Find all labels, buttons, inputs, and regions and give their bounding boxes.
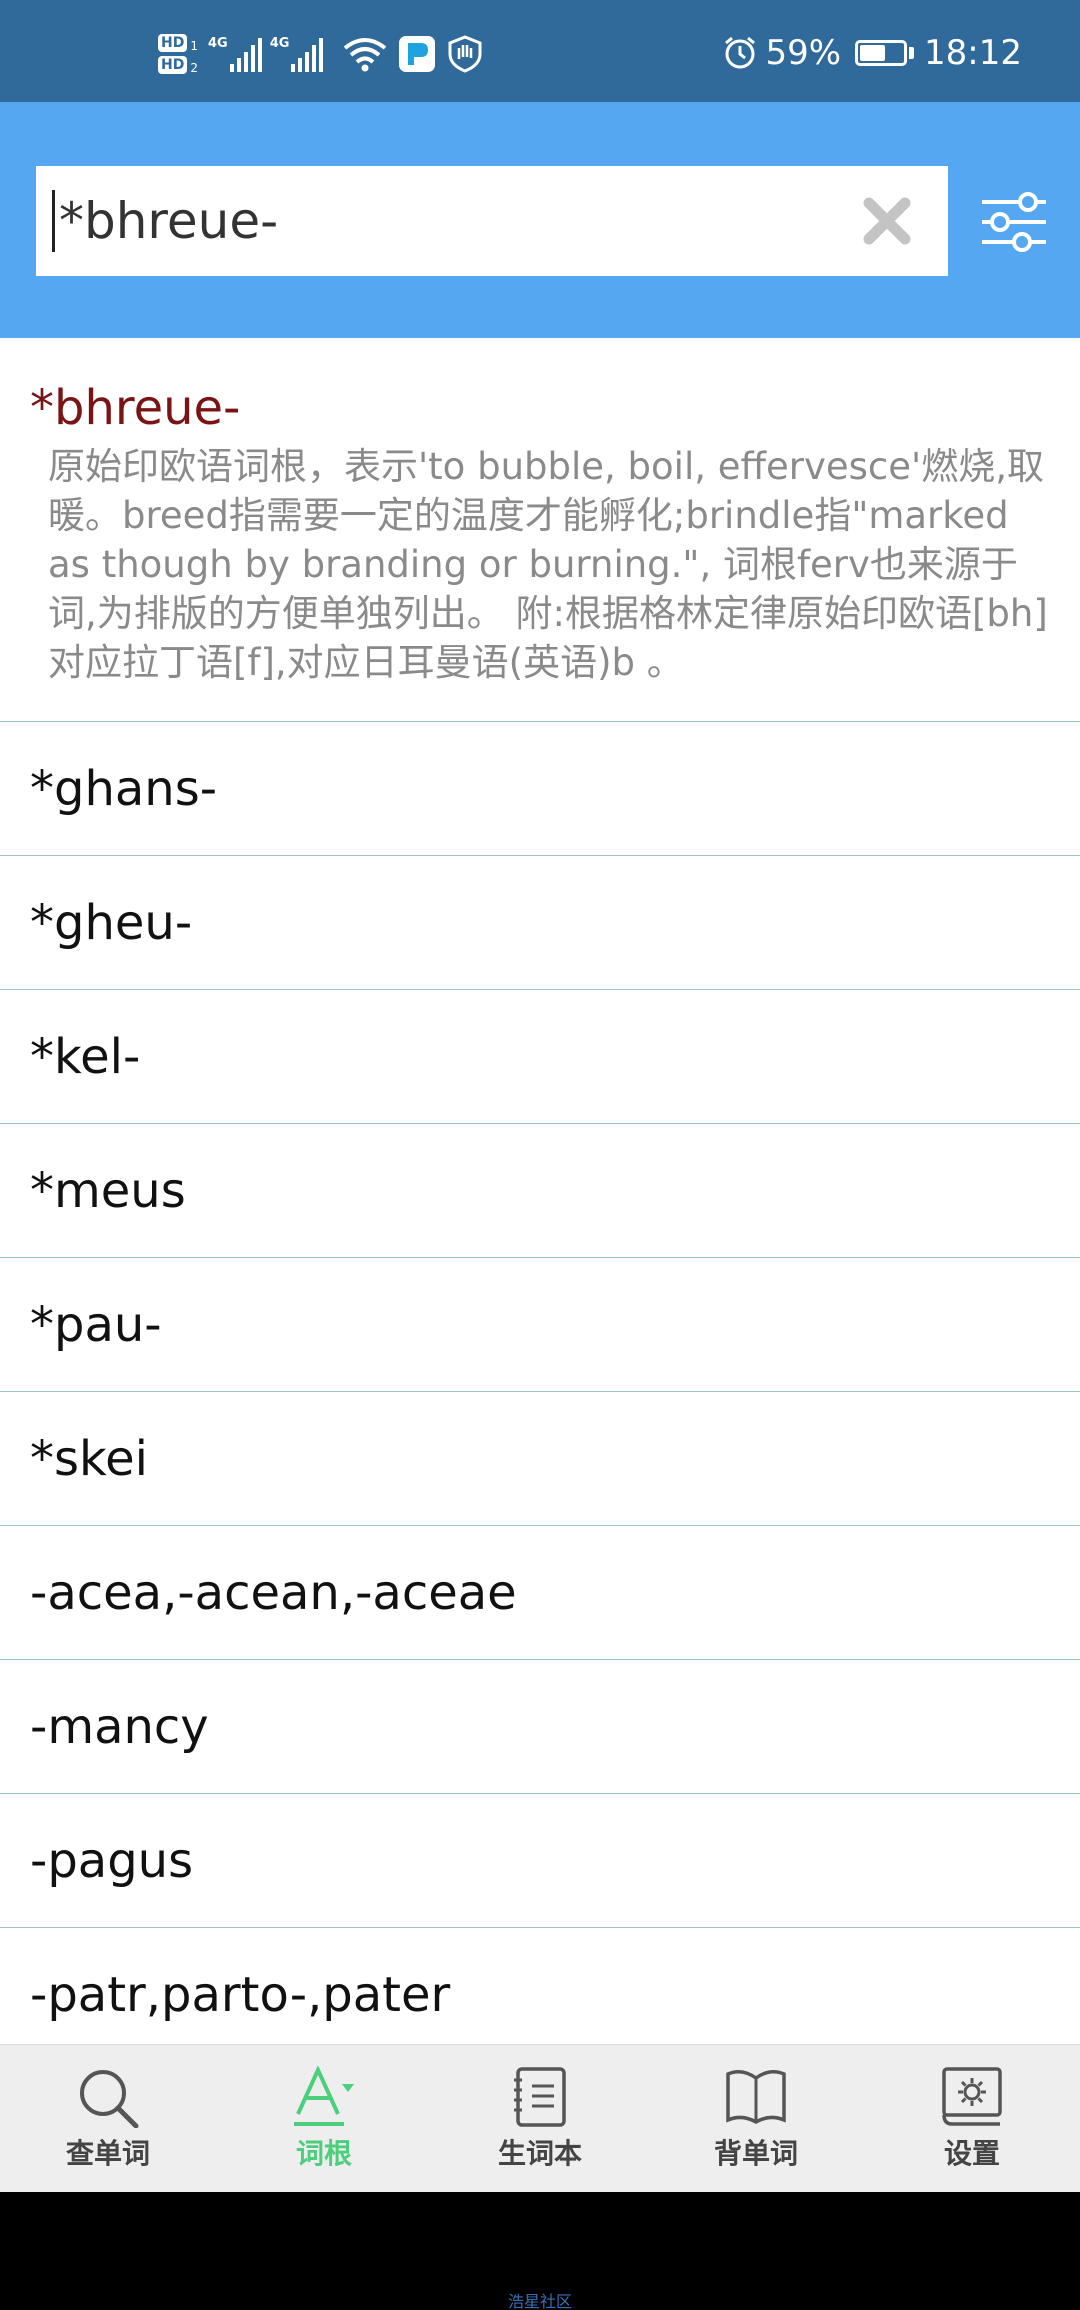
- app-notification-icon: [399, 36, 436, 72]
- signal-1: 4G: [208, 36, 262, 72]
- list-item-featured[interactable]: *bhreue- 原始印欧语词根，表示'to bubble, boil, eff…: [0, 338, 1080, 722]
- nav-item-memorize[interactable]: 背单词: [648, 2045, 864, 2192]
- settings-book-icon: [940, 2066, 1004, 2128]
- alarm-icon: [723, 36, 757, 70]
- network-type: 4G: [269, 36, 290, 51]
- featured-definition: 原始印欧语词根，表示'to bubble, boil, effervesce'燃…: [48, 445, 1048, 684]
- hd-sub: 1: [190, 39, 198, 53]
- list-item[interactable]: -mancy: [0, 1660, 1080, 1794]
- featured-term: *bhreue-: [30, 380, 241, 436]
- signal-bars-icon: [291, 36, 324, 72]
- list-item-label: *meus: [30, 1162, 186, 1219]
- nav-label: 查单词: [65, 2136, 150, 2170]
- list-item[interactable]: -patr,parto-,pater: [0, 1928, 1080, 2044]
- status-right: 59% 18:12: [723, 30, 1022, 76]
- open-book-icon: [724, 2066, 788, 2128]
- list-item[interactable]: *pau-: [0, 1258, 1080, 1392]
- watermark: 浩星社区: [507, 2292, 572, 2310]
- hd-label: HD: [158, 56, 188, 74]
- list-item-label: *pau-: [30, 1296, 162, 1353]
- hand-shield-icon: [447, 35, 483, 73]
- bottom-nav: 查单词 词根 生词本 背单词 设置: [0, 2044, 1080, 2192]
- list-item-label: *skei: [30, 1430, 148, 1487]
- nav-item-lookup[interactable]: 查单词: [0, 2045, 216, 2192]
- wifi-icon: [343, 36, 387, 72]
- search-box: [36, 166, 948, 276]
- list-item-label: -mancy: [30, 1698, 209, 1755]
- filter-settings-button[interactable]: [978, 186, 1050, 258]
- app-root: HD 1 HD 2 4G 4G 59% 18:12 *bhreue- *bhre…: [0, 0, 1080, 2310]
- list-item[interactable]: -acea,-acean,-aceae: [0, 1526, 1080, 1660]
- hd-indicators: HD 1 HD 2: [158, 34, 198, 74]
- system-nav-bar: 浩星社区: [0, 2192, 1080, 2310]
- list-item-label: -pagus: [30, 1832, 194, 1889]
- nav-item-settings[interactable]: 设置: [864, 2045, 1080, 2192]
- list-item-label: -patr,parto-,pater: [30, 1966, 451, 2023]
- hd-badge-2: HD 2: [158, 56, 198, 74]
- list-item-label: *kel-: [30, 1028, 141, 1085]
- clock-time: 18:12: [924, 33, 1022, 73]
- sliders-icon: [978, 186, 1050, 262]
- status-left: HD 1 HD 2 4G 4G: [158, 26, 483, 82]
- status-bar: HD 1 HD 2 4G 4G 59% 18:12: [0, 0, 1080, 102]
- signal-bars-icon: [229, 36, 262, 72]
- list-item-label: *ghans-: [30, 760, 218, 817]
- notebook-icon: [508, 2066, 572, 2128]
- list-item[interactable]: *gheu-: [0, 856, 1080, 990]
- network-type: 4G: [207, 36, 228, 51]
- list-item[interactable]: *skei: [0, 1392, 1080, 1526]
- search-input[interactable]: [55, 166, 852, 276]
- nav-item-roots[interactable]: 词根: [216, 2045, 432, 2192]
- hd-label: HD: [158, 34, 188, 52]
- font-a-icon: [292, 2065, 356, 2128]
- close-icon: [861, 195, 913, 247]
- nav-label: 设置: [943, 2136, 1000, 2170]
- battery-percent: 59%: [765, 33, 842, 73]
- hd-badge-1: HD 1: [158, 34, 198, 52]
- list-item[interactable]: *kel-: [0, 990, 1080, 1124]
- nav-item-vocabulary-book[interactable]: 生词本: [432, 2045, 648, 2192]
- list-item[interactable]: -pagus: [0, 1794, 1080, 1928]
- nav-label: 词根: [295, 2136, 352, 2170]
- battery-icon: [855, 40, 915, 66]
- search-icon: [76, 2066, 140, 2128]
- search-header: [0, 102, 1080, 338]
- list-item[interactable]: *ghans-: [0, 722, 1080, 856]
- signal-2: 4G: [270, 36, 324, 72]
- nav-label: 生词本: [497, 2136, 582, 2170]
- list-item-label: *gheu-: [30, 894, 193, 951]
- hd-sub: 2: [190, 61, 198, 75]
- nav-label: 背单词: [713, 2136, 798, 2170]
- root-list: *bhreue- 原始印欧语词根，表示'to bubble, boil, eff…: [0, 338, 1080, 2044]
- clear-search-button[interactable]: [852, 186, 922, 256]
- list-item-label: -acea,-acean,-aceae: [30, 1564, 517, 1621]
- list-item[interactable]: *meus: [0, 1124, 1080, 1258]
